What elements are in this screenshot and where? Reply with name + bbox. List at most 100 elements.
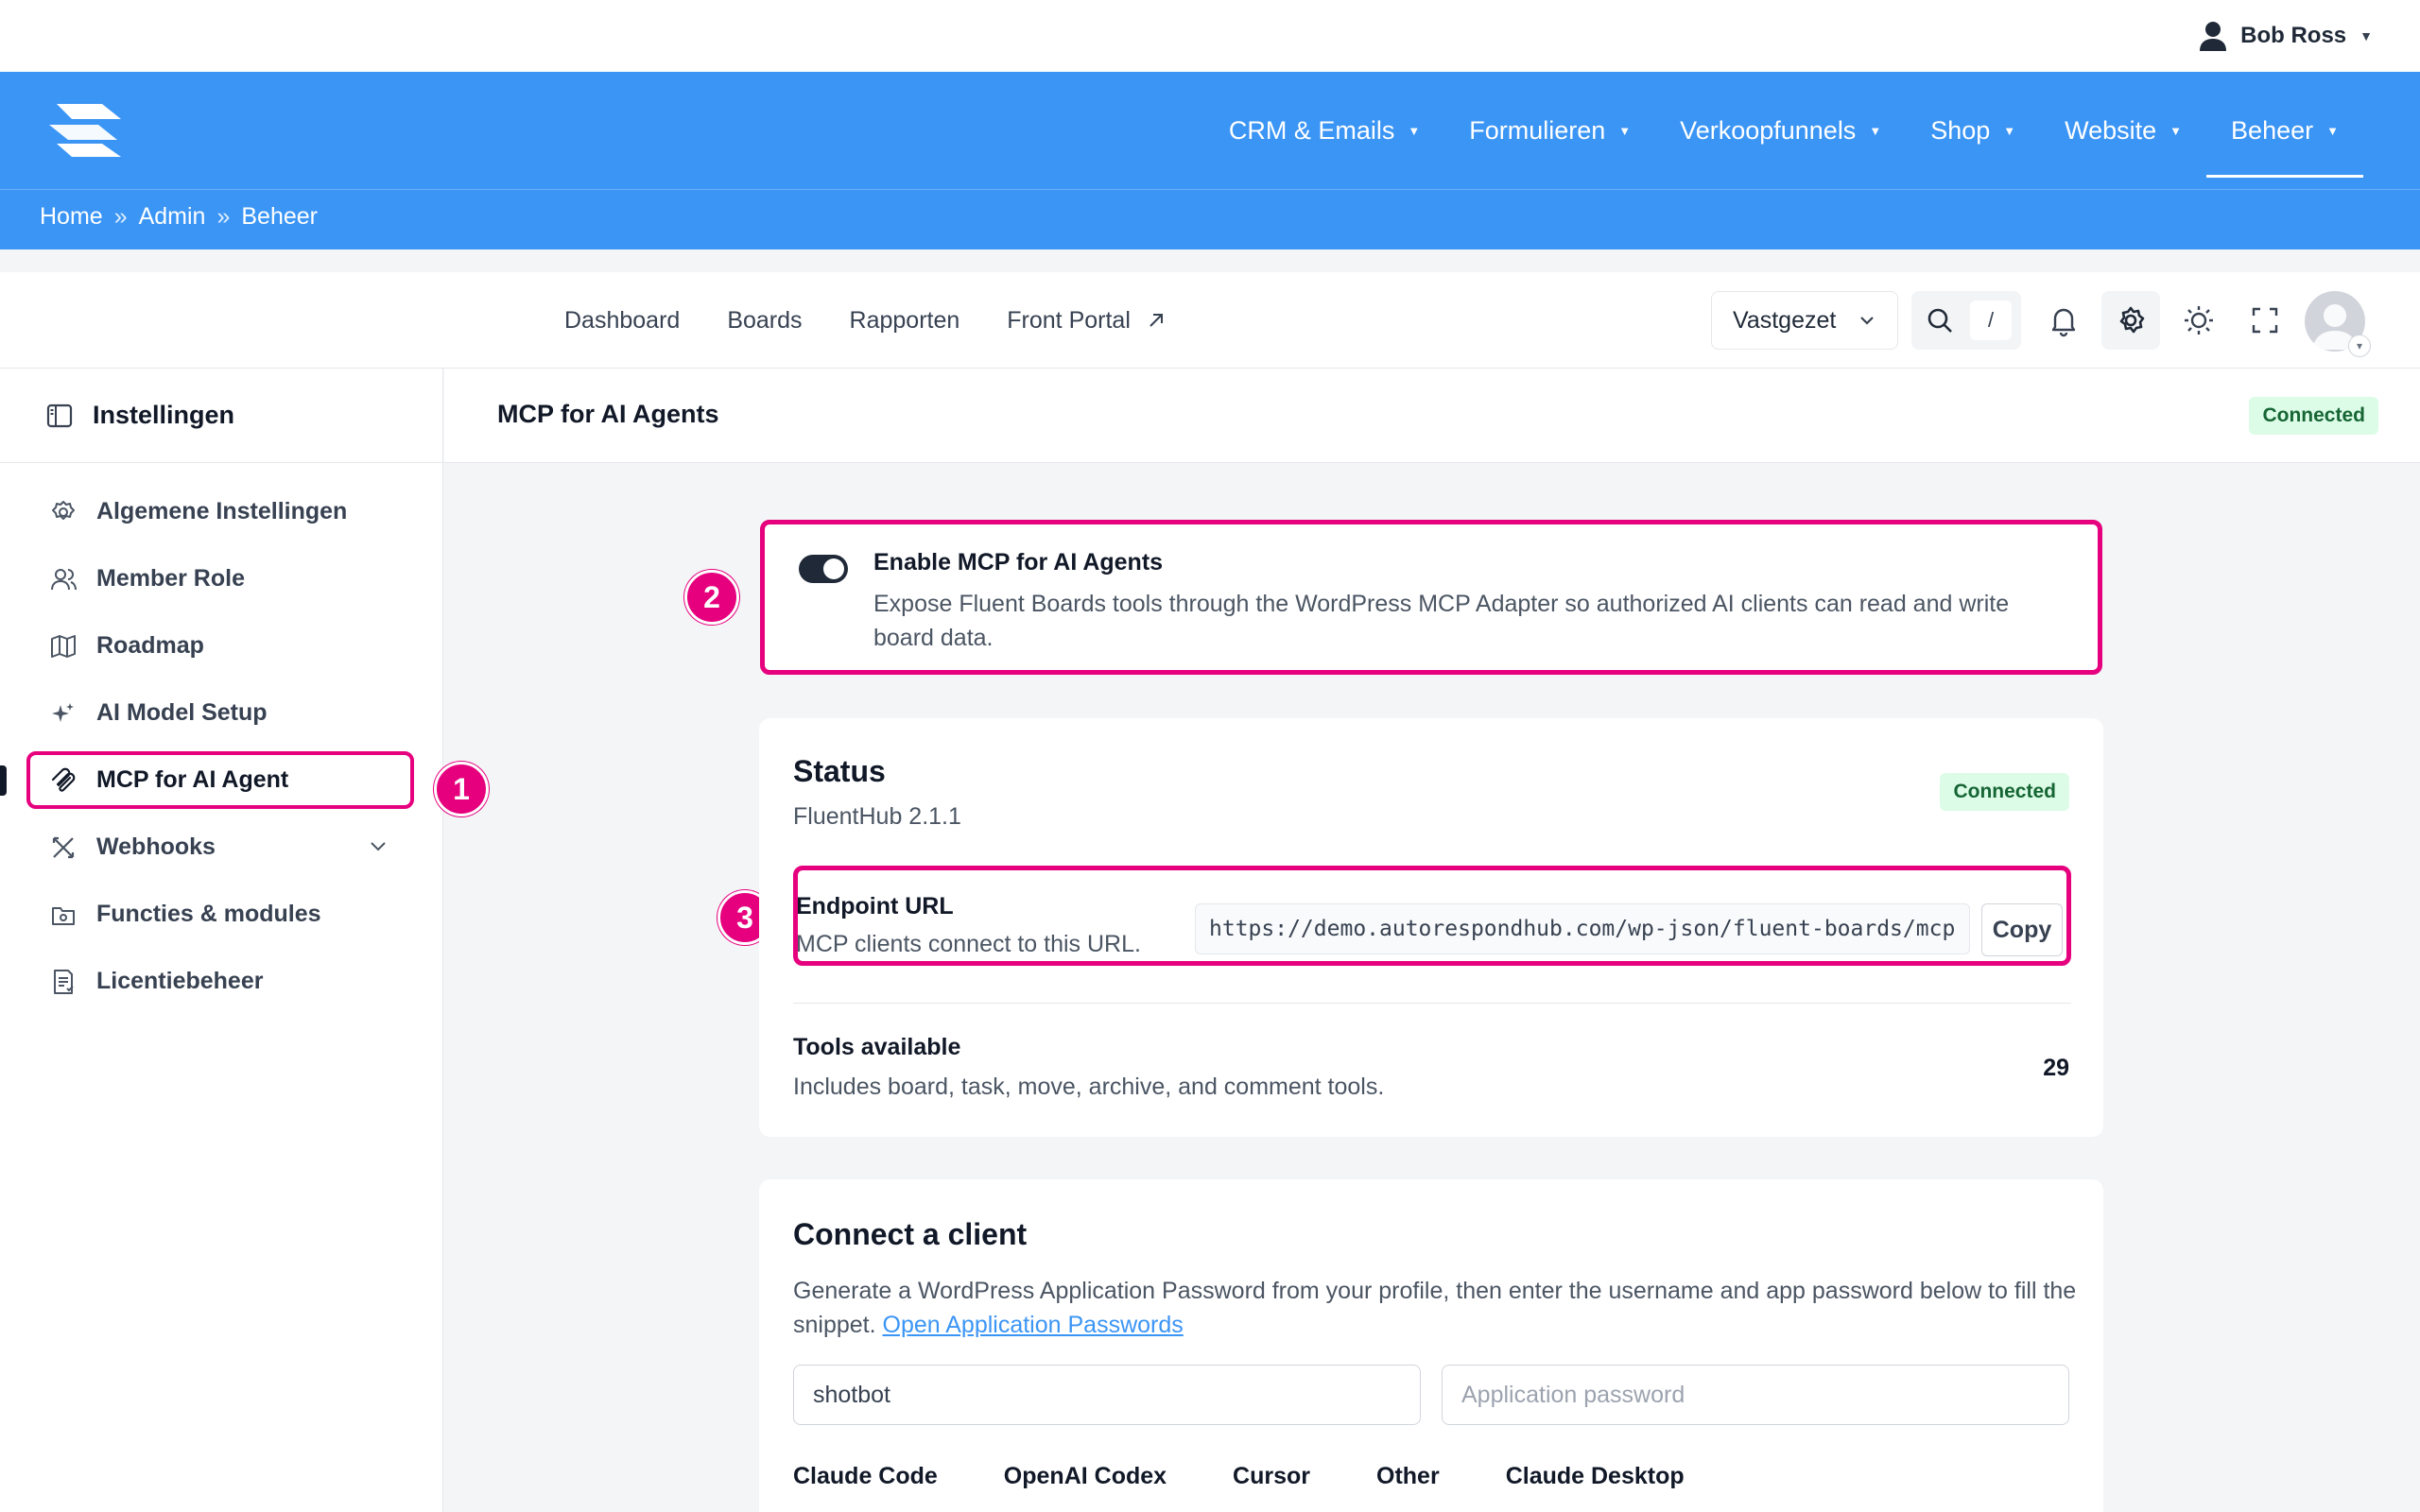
sidebar-item-label: Webhooks [96,833,216,860]
users-icon [51,568,77,590]
gear-icon [52,500,75,520]
tab-rapporten[interactable]: Rapporten [850,307,960,335]
sidebar-header: Instellingen [0,369,442,463]
admin-bar: Bob Ross ▼ [0,0,2420,72]
tab-boards[interactable]: Boards [727,307,802,335]
sidebar-item-license[interactable]: Licentiebeheer [0,948,442,1015]
sidebar-title: Instellingen [93,401,235,429]
connect-title: Connect a client [793,1217,1028,1251]
tab-label: Rapporten [849,306,960,334]
endpoint-label: Endpoint URL [796,893,954,919]
nav-verkoopfunnels[interactable]: Verkoopfunnels ▼ [1655,72,1906,189]
sidebar-item-webhooks[interactable]: Webhooks [0,814,442,881]
endpoint-url-field[interactable]: https://demo.autorespondhub.com/wp-json/… [1195,903,1970,954]
sidebar-item-features-modules[interactable]: Functies & modules [0,881,442,948]
user-icon [2200,22,2227,51]
tools-description: Includes board, task, move, archive, and… [793,1074,1385,1100]
sidebar-item-label: Licentiebeheer [96,968,264,994]
sidebar-item-member-role[interactable]: Member Role [0,545,442,612]
sidebar-menu: Algemene Instellingen Member Role Roadma… [0,463,442,1015]
settings-button[interactable] [2101,291,2160,350]
search-button[interactable]: / [1911,291,2021,350]
caret-down-icon: ▼ [1408,123,1421,138]
bell-icon[interactable] [2045,301,2083,339]
subnav-tabs: Dashboard Boards Rapporten Front Portal [564,272,1167,369]
sidebar-item-label: Member Role [96,565,245,592]
avatar-chevron-icon[interactable]: ▾ [2348,335,2371,357]
breadcrumb-beheer[interactable]: Beheer [241,203,318,231]
webhook-icon [52,836,75,858]
toggle-title: Enable MCP for AI Agents [873,549,1164,576]
breadcrumb: Home » Admin » Beheer [40,203,318,231]
fullscreen-icon[interactable] [2246,301,2284,339]
tab-label: Boards [727,306,803,334]
nav-label: Website [2065,115,2157,145]
caret-down-icon: ▼ [2360,28,2373,43]
nav-label: Shop [1930,115,1991,145]
tab-dashboard[interactable]: Dashboard [564,307,680,335]
pinned-dropdown[interactable]: Vastgezet [1711,291,1898,350]
theme-toggle-icon[interactable] [2180,301,2218,339]
sidebar-item-label: Algemene Instellingen [96,498,348,524]
sidebar: Instellingen Algemene Instellingen Membe… [0,369,443,1512]
breadcrumb-home[interactable]: Home [40,203,103,231]
sidebar-item-label: AI Model Setup [96,699,268,726]
caret-down-icon: ▼ [2326,123,2339,138]
caret-down-icon: ▼ [1869,123,1882,138]
client-tab-cursor[interactable]: Cursor [1233,1463,1310,1490]
sidebar-item-mcp-for-ai-agent[interactable]: MCP for AI Agent [0,747,442,814]
client-tab-claude-desktop[interactable]: Claude Desktop [1506,1463,1685,1490]
annotation-marker-2: 2 [684,570,739,625]
nav-website[interactable]: Website ▼ [2040,72,2206,189]
client-tabs: Claude Code OpenAI Codex Cursor Other Cl… [793,1463,1751,1490]
annotation-marker-1: 1 [434,762,489,816]
user-menu[interactable]: Bob Ross ▼ [2199,17,2373,55]
status-badge: Connected [2249,397,2378,435]
status-card: Status FluentHub 2.1.1 Connected Endpoin… [759,718,2103,1137]
chevron-down-icon[interactable] [367,834,389,857]
nav-formulieren[interactable]: Formulieren ▼ [1444,72,1655,189]
enable-mcp-toggle[interactable] [799,555,848,583]
license-icon [54,969,74,994]
client-tab-other[interactable]: Other [1376,1463,1440,1490]
breadcrumb-admin[interactable]: Admin [139,203,206,231]
endpoint-section: Endpoint URL MCP clients connect to this… [793,866,2071,966]
active-marker [0,765,7,796]
sidebar-item-ai-model-setup[interactable]: AI Model Setup [0,679,442,747]
sidebar-item-label: Roadmap [96,632,204,659]
pinned-label: Vastgezet [1733,306,1837,334]
content-header: MCP for AI Agents Connected [444,369,2420,463]
nav-label: Formulieren [1469,115,1606,145]
nav-crm-emails[interactable]: CRM & Emails ▼ [1204,72,1444,189]
status-badge: Connected [1940,773,2069,811]
nav-beheer[interactable]: Beheer ▼ [2206,72,2363,189]
sidebar-item-label: Functies & modules [96,901,321,927]
caret-down-icon: ▼ [2003,123,2016,138]
nav-shop[interactable]: Shop ▼ [1906,72,2040,189]
caret-down-icon: ▼ [2169,123,2183,138]
client-tab-openai-codex[interactable]: OpenAI Codex [1004,1463,1167,1490]
nav-label: Beheer [2231,115,2314,145]
sidebar-toggle-icon[interactable] [45,402,74,430]
sidebar-item-general-settings[interactable]: Algemene Instellingen [0,478,442,545]
username-input[interactable] [793,1365,1421,1425]
divider [793,1003,2071,1004]
status-version: FluentHub 2.1.1 [793,803,961,830]
copy-button[interactable]: Copy [1981,903,2063,956]
nav-label: Verkoopfunnels [1680,115,1857,145]
tools-title: Tools available [793,1034,961,1060]
tab-label: Dashboard [564,306,681,334]
app-password-input[interactable] [1442,1365,2069,1425]
open-app-passwords-link[interactable]: Open Application Passwords [883,1312,1184,1338]
map-icon [51,634,76,658]
connect-client-card: Connect a client Generate a WordPress Ap… [759,1179,2103,1512]
breadcrumb-separator: » [216,203,231,230]
client-tab-claude-code[interactable]: Claude Code [793,1463,938,1490]
breadcrumb-bar: Home » Admin » Beheer [0,189,2420,249]
tab-front-portal[interactable]: Front Portal [1007,307,1167,335]
breadcrumb-separator: » [113,203,128,230]
tab-label: Front Portal [1007,306,1131,334]
sidebar-item-roadmap[interactable]: Roadmap [0,612,442,679]
sparkle-icon [52,702,74,722]
logo-icon[interactable] [43,98,130,161]
